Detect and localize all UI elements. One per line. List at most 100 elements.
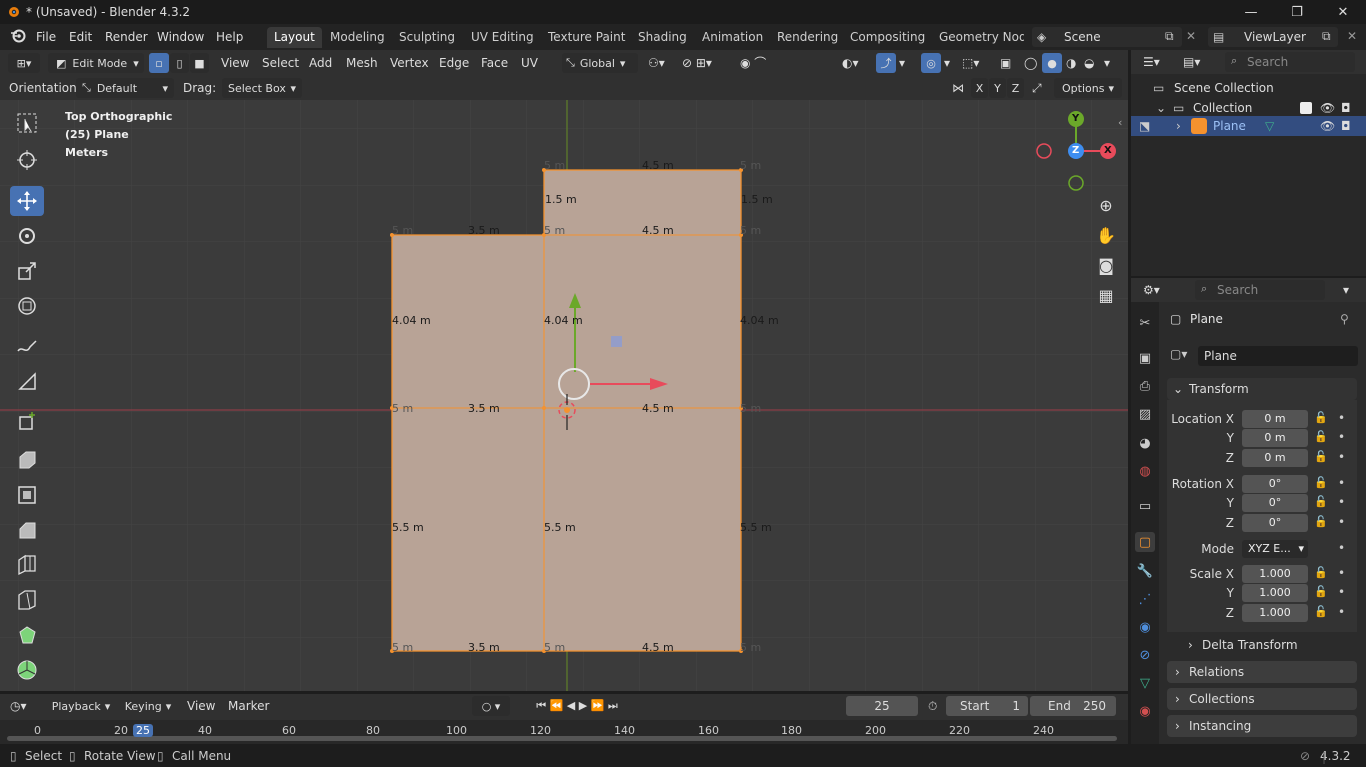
3d-viewport[interactable]: Y Z X Top Orthographic (25) Plane Meters…	[0, 50, 1128, 691]
output-tab-icon[interactable]: ⎙	[1135, 376, 1155, 396]
poly-build-tool[interactable]	[10, 620, 44, 650]
keyframe-dot-icon[interactable]: •	[1338, 430, 1345, 444]
outliner-search-input[interactable]: Search	[1225, 52, 1355, 72]
menu-render[interactable]: Render	[105, 28, 148, 46]
outliner-row-collection[interactable]: ⌄ ▭ Collection 👁 ◘	[1131, 98, 1366, 118]
orthographic-grid-icon[interactable]: ▦	[1094, 283, 1118, 307]
solid-shading-icon[interactable]: ●	[1042, 53, 1062, 73]
lock-icon[interactable]: 🔓	[1314, 476, 1328, 489]
gizmo-toggle-icon[interactable]: ⤴	[876, 53, 896, 73]
relations-panel-header[interactable]: › Relations	[1167, 661, 1357, 683]
chevron-down-icon[interactable]: ▾	[1343, 280, 1349, 300]
new-view-layer-icon[interactable]: ⧉	[1322, 29, 1331, 44]
timer-icon[interactable]: ⏱	[928, 699, 937, 714]
mirror-y-toggle[interactable]: Y	[989, 78, 1006, 98]
auto-merge-icon[interactable]: ⤢	[1032, 78, 1042, 98]
cursor-tool[interactable]	[10, 145, 44, 175]
object-name-field[interactable]: Plane	[1198, 346, 1358, 366]
current-frame-indicator[interactable]: 25	[133, 724, 153, 737]
pin-icon[interactable]: ⚲	[1340, 312, 1349, 326]
tab-shading[interactable]: Shading	[631, 27, 694, 48]
menu-vertex[interactable]: Vertex	[390, 53, 429, 73]
tab-compositing[interactable]: Compositing	[843, 27, 932, 48]
edge-select-icon[interactable]: ▯	[170, 53, 189, 73]
maximize-button[interactable]: ❐	[1274, 0, 1320, 24]
material-tab-icon[interactable]: ◉	[1135, 701, 1155, 721]
menu-file[interactable]: File	[36, 28, 56, 46]
render-tab-icon[interactable]: ▣	[1135, 348, 1155, 368]
timeline-editor-icon[interactable]: ◷▾	[10, 696, 27, 716]
menu-mesh[interactable]: Mesh	[346, 53, 378, 73]
camera-icon[interactable]: ◘	[1341, 98, 1351, 118]
gizmo-dropdown-icon[interactable]: ▾	[899, 53, 905, 73]
keying-dropdown[interactable]: Keying ▾	[118, 696, 178, 716]
spin-tool[interactable]	[10, 655, 44, 685]
outliner-row-scene-collection[interactable]: ▭ Scene Collection	[1131, 78, 1366, 98]
timeline-marker-menu[interactable]: Marker	[228, 696, 269, 716]
eye-icon[interactable]: 👁	[1320, 116, 1335, 136]
modifier-tab-icon[interactable]: 🔧	[1135, 561, 1155, 581]
rotation-z-field[interactable]: 0°	[1242, 514, 1308, 532]
display-mode-icon[interactable]: ▤▾	[1183, 52, 1200, 72]
blender-menu-icon[interactable]	[10, 28, 26, 44]
tab-texture-paint[interactable]: Texture Paint	[541, 27, 632, 48]
keyframe-dot-icon[interactable]: •	[1338, 541, 1345, 555]
visibility-icon[interactable]: ◐▾	[842, 53, 859, 73]
mesh-edit-overlay-icon[interactable]: ⬚▾	[962, 53, 979, 73]
collection-tab-icon[interactable]: ▭	[1135, 496, 1155, 516]
extrude-tool[interactable]	[10, 445, 44, 475]
rotation-y-field[interactable]: 0°	[1242, 494, 1308, 512]
mode-selector[interactable]: ◩ Edit Mode ▾	[48, 53, 144, 73]
tab-sculpting[interactable]: Sculpting	[392, 27, 462, 48]
editor-type-icon[interactable]: ⊞▾	[8, 53, 40, 73]
lock-icon[interactable]: 🔓	[1314, 566, 1328, 579]
properties-search-input[interactable]: Search	[1195, 280, 1325, 300]
collections-panel-header[interactable]: › Collections	[1167, 688, 1357, 710]
zoom-icon[interactable]: ⊕	[1094, 193, 1118, 217]
tab-layout[interactable]: Layout	[267, 27, 322, 48]
timeline-view-menu[interactable]: View	[187, 696, 215, 716]
world-tab-icon[interactable]: ◍	[1135, 461, 1155, 481]
rendered-shading-icon[interactable]: ◒	[1084, 53, 1094, 73]
transform-panel-header[interactable]: ⌄ Transform	[1167, 378, 1357, 400]
measure-tool[interactable]	[10, 366, 44, 396]
scene-selector[interactable]: Scene	[1032, 27, 1182, 47]
tab-animation[interactable]: Animation	[695, 27, 770, 48]
scale-z-field[interactable]: 1.000	[1242, 604, 1308, 622]
start-frame-field[interactable]: Start 1	[946, 696, 1028, 716]
menu-select[interactable]: Select	[262, 53, 299, 73]
rotation-x-field[interactable]: 0°	[1242, 475, 1308, 493]
tab-geometry-nodes[interactable]: Geometry Node	[932, 27, 1024, 48]
playback-controls[interactable]: ⏮ ⏪ ◀ ▶ ⏩ ⏭	[518, 696, 636, 716]
face-select-icon[interactable]: ■	[190, 53, 209, 73]
tab-rendering[interactable]: Rendering	[770, 27, 845, 48]
keyframe-dot-icon[interactable]: •	[1338, 515, 1345, 529]
tab-uv-editing[interactable]: UV Editing	[464, 27, 541, 48]
lock-icon[interactable]: 🔓	[1314, 430, 1328, 443]
face-center-dot[interactable]	[611, 336, 622, 347]
knife-tool[interactable]	[10, 585, 44, 615]
eye-icon[interactable]: 👁	[1320, 98, 1335, 118]
transform-tool[interactable]	[10, 291, 44, 321]
instancing-panel-header[interactable]: › Instancing	[1167, 715, 1357, 737]
pan-hand-icon[interactable]: ✋	[1094, 223, 1118, 247]
material-shading-icon[interactable]: ◑	[1066, 53, 1076, 73]
camera-icon[interactable]: ◘	[1341, 116, 1351, 136]
tab-modeling[interactable]: Modeling	[323, 27, 392, 48]
shading-dropdown-icon[interactable]: ▾	[1104, 53, 1110, 73]
move-tool[interactable]	[10, 186, 44, 216]
lock-icon[interactable]: 🔓	[1314, 450, 1328, 463]
orientation-dropdown[interactable]: ⤡ Default ▾	[76, 78, 174, 98]
particles-tab-icon[interactable]: ⋰	[1135, 589, 1155, 609]
tool-tab-icon[interactable]: ✂	[1135, 313, 1155, 333]
minimize-button[interactable]: —	[1228, 0, 1274, 24]
keyframe-dot-icon[interactable]: •	[1338, 450, 1345, 464]
object-tab-icon[interactable]: ▢	[1135, 532, 1155, 552]
inset-tool[interactable]	[10, 480, 44, 510]
location-x-field[interactable]: 0 m	[1242, 410, 1308, 428]
sidebar-toggle-icon[interactable]: ‹	[1118, 116, 1122, 129]
properties-editor-icon[interactable]: ⚙▾	[1143, 280, 1160, 300]
outliner-editor-icon[interactable]: ☰▾	[1143, 52, 1160, 72]
keyframe-dot-icon[interactable]: •	[1338, 605, 1345, 619]
delta-transform-subpanel[interactable]: › Delta Transform	[1178, 636, 1348, 654]
